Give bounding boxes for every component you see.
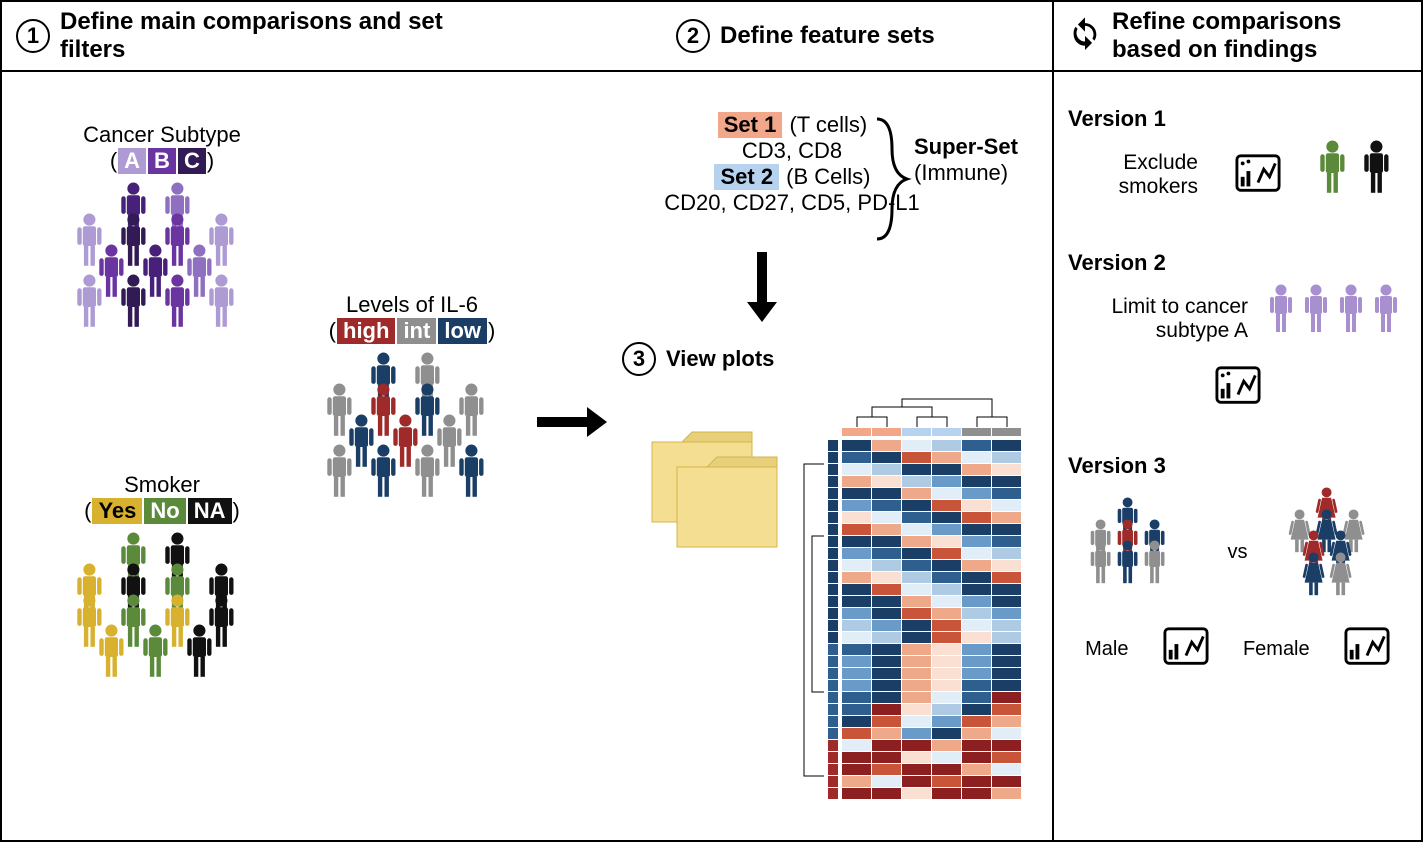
person-icon (162, 274, 193, 334)
person-icon (412, 444, 443, 504)
arrow-down-icon (742, 252, 782, 327)
superset-sub: (Immune) (914, 160, 1008, 186)
tag-int: int (397, 318, 436, 344)
il6-tags: (highintlow) (302, 318, 522, 344)
person-icon (1328, 552, 1353, 602)
person-icon (1337, 284, 1365, 339)
step3-title: View plots (666, 346, 774, 372)
step3-header: 3 View plots (622, 342, 774, 376)
tag-a: A (118, 148, 146, 174)
person-icon (74, 274, 105, 334)
tag-na: NA (188, 498, 232, 524)
v3-title: Version 3 (1068, 453, 1407, 479)
step2-header: 2 Define feature sets (662, 2, 1052, 70)
smoker-block: Smoker (YesNoNA) (52, 472, 272, 692)
v3-female-people (1287, 487, 1387, 617)
cancer-block: Cancer Subtype (ABC) (52, 122, 272, 342)
v2-title: Version 2 (1068, 250, 1407, 276)
v3-female-label: Female (1243, 638, 1310, 661)
set2-tag: Set 2 (714, 164, 779, 190)
cancer-tags: (ABC) (52, 148, 272, 174)
person-icon (1361, 140, 1392, 200)
il6-block: Levels of IL-6 (highintlow) (302, 292, 522, 512)
v1-chart-icon (1235, 150, 1281, 201)
v2-people (1267, 284, 1407, 354)
refine-title: Refine comparisons based on findings (1112, 8, 1410, 63)
person-icon (1301, 552, 1326, 602)
person-icon (184, 624, 215, 684)
smoker-tags: (YesNoNA) (52, 498, 272, 524)
person-icon (1142, 540, 1167, 590)
v3-male-chart-icon (1163, 623, 1209, 675)
v1-text: Exclude smokers (1068, 151, 1198, 199)
person-icon (1372, 284, 1400, 339)
v3-female-chart-icon (1344, 623, 1390, 675)
step1-title: Define main comparisons and set filters (60, 8, 460, 63)
v2-text: Limit to cancer subtype A (1068, 295, 1248, 343)
v1-title: Version 1 (1068, 106, 1407, 132)
side-panel: Version 1 Exclude smokers Version 2 Limi… (1052, 72, 1421, 840)
version2: Version 2 Limit to cancer subtype A (1068, 250, 1407, 413)
smoker-people (52, 532, 272, 692)
heatmap-svg (792, 392, 1042, 822)
cancer-people (52, 182, 272, 342)
person-icon (368, 444, 399, 504)
person-icon (1317, 140, 1348, 200)
person-icon (206, 274, 237, 334)
v2-chart-icon (1068, 362, 1407, 413)
body-row: Cancer Subtype (ABC) Levels of IL-6 (hig… (2, 72, 1421, 840)
set1-tag: Set 1 (718, 112, 783, 138)
set1-suffix: (T cells) (783, 112, 867, 137)
brace-icon (872, 114, 912, 249)
refresh-icon (1068, 16, 1102, 57)
diagram-frame: 1 Define main comparisons and set filter… (0, 0, 1423, 842)
person-icon (1115, 540, 1140, 590)
person-icon (1302, 284, 1330, 339)
folders-icon (622, 402, 792, 577)
v3-male-label: Male (1085, 638, 1128, 661)
arrow-right-icon (537, 402, 607, 447)
tag-no: No (144, 498, 185, 524)
cancer-label: Cancer Subtype (52, 122, 272, 148)
person-icon (324, 444, 355, 504)
tag-c: C (178, 148, 206, 174)
version3: Version 3 vs Male Female (1068, 453, 1407, 675)
superset-label: Super-Set (914, 134, 1018, 160)
person-icon (96, 624, 127, 684)
tag-b: B (148, 148, 176, 174)
version1: Version 1 Exclude smokers (1068, 106, 1407, 210)
refine-header: Refine comparisons based on findings (1052, 2, 1423, 70)
v1-people (1317, 140, 1407, 210)
header-row: 1 Define main comparisons and set filter… (2, 2, 1421, 72)
v3-male-people (1088, 497, 1188, 607)
set2-suffix: (B Cells) (780, 164, 870, 189)
tag-high: high (337, 318, 395, 344)
il6-people (302, 352, 522, 512)
step3-number: 3 (622, 342, 656, 376)
heatmap (792, 392, 1042, 827)
main-panel: Cancer Subtype (ABC) Levels of IL-6 (hig… (2, 72, 1052, 840)
person-icon (1088, 540, 1113, 590)
smoker-label: Smoker (52, 472, 272, 498)
person-icon (456, 444, 487, 504)
person-icon (1267, 284, 1295, 339)
vs-label: vs (1227, 541, 1247, 564)
step2-title: Define feature sets (720, 22, 935, 50)
il6-label: Levels of IL-6 (302, 292, 522, 318)
step1-number: 1 (16, 19, 50, 53)
tag-yes: Yes (92, 498, 142, 524)
step2-number: 2 (676, 19, 710, 53)
person-icon (118, 274, 149, 334)
person-icon (140, 624, 171, 684)
tag-low: low (438, 318, 487, 344)
step1-header: 1 Define main comparisons and set filter… (2, 2, 662, 70)
